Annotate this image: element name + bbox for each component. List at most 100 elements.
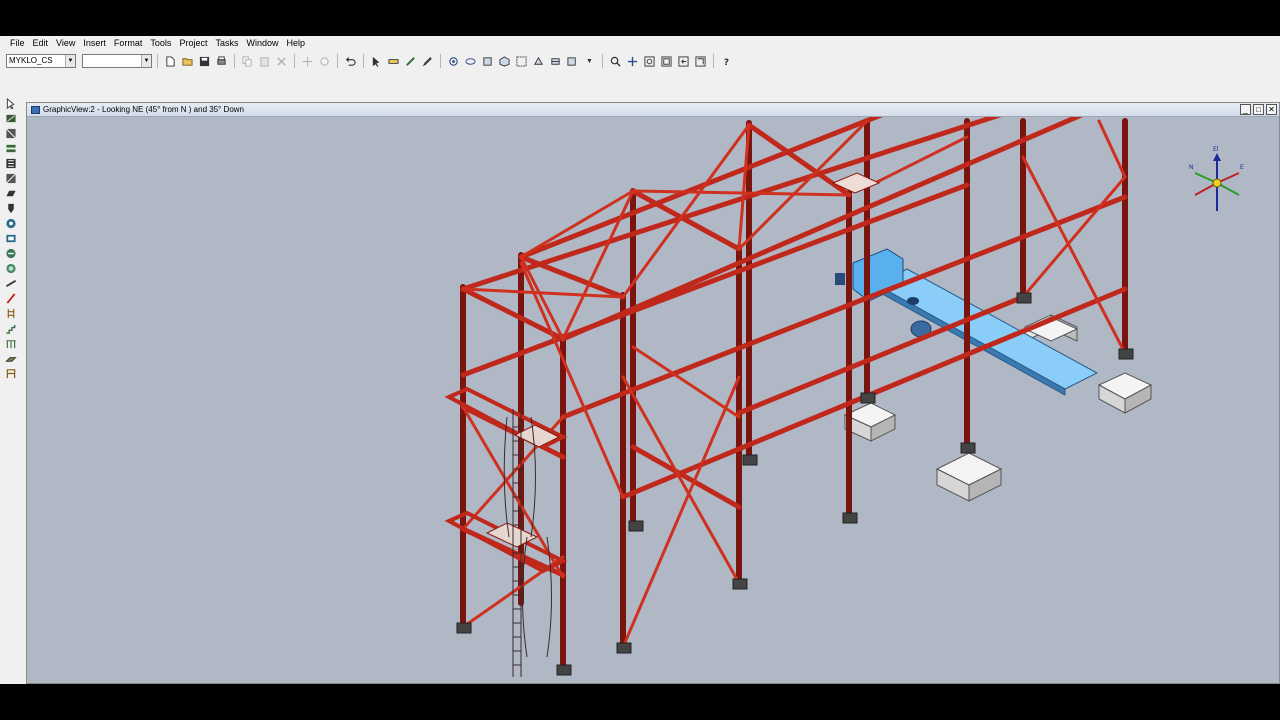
slab-tool-icon[interactable] [4, 352, 17, 364]
toolbar-separator [363, 54, 364, 68]
menu-format[interactable]: Format [110, 36, 147, 50]
open-folder-icon[interactable] [180, 54, 195, 69]
undo-icon[interactable] [343, 54, 358, 69]
motor-shaft [907, 297, 919, 305]
menu-help[interactable]: Help [282, 36, 309, 50]
graphic-view-title: GraphicView:2 - Looking NE (45° from N )… [43, 105, 245, 114]
close-button[interactable]: ✕ [1266, 104, 1277, 115]
paste-icon[interactable] [257, 54, 272, 69]
toolbar-separator [602, 54, 603, 68]
base-plate [456, 622, 472, 634]
menu-tasks[interactable]: Tasks [211, 36, 242, 50]
stair-tool-icon[interactable] [4, 322, 17, 334]
menu-edit[interactable]: Edit [29, 36, 53, 50]
graphic-view-titlebar: GraphicView:2 - Looking NE (45° from N )… [27, 103, 1279, 117]
ladder-tool-icon[interactable] [4, 307, 17, 319]
structure-tool-icon[interactable] [4, 112, 17, 124]
base-plate [1016, 292, 1032, 304]
save-icon[interactable] [197, 54, 212, 69]
toolbar-separator [157, 54, 158, 68]
rotate-icon[interactable] [317, 54, 332, 69]
view-rotate-icon[interactable] [446, 54, 461, 69]
footing-tool-icon[interactable] [4, 202, 17, 214]
plate-tool-icon[interactable] [4, 187, 17, 199]
column-tool-icon[interactable] [4, 157, 17, 169]
zoom-icon[interactable] [608, 54, 623, 69]
application-window: File Edit View Insert Format Tools Proje… [0, 36, 1280, 684]
view-iso-icon[interactable] [497, 54, 512, 69]
brace [1097, 119, 1127, 179]
coordinate-system-select[interactable]: MYKLO_CS ▼ [6, 54, 76, 68]
pointer-tool-icon[interactable] [4, 97, 17, 109]
inspect-icon[interactable] [403, 54, 418, 69]
select-tool-icon[interactable] [369, 54, 384, 69]
view-section-icon[interactable] [548, 54, 563, 69]
menu-tools[interactable]: Tools [146, 36, 175, 50]
zoom-window-icon[interactable] [642, 54, 657, 69]
menu-bar: File Edit View Insert Format Tools Proje… [0, 36, 1280, 50]
menu-insert[interactable]: Insert [79, 36, 110, 50]
toolbar-separator [234, 54, 235, 68]
menu-window[interactable]: Window [242, 36, 282, 50]
menu-project[interactable]: Project [175, 36, 211, 50]
compass-label-n: N [1189, 164, 1194, 171]
frame-tool-icon[interactable] [4, 367, 17, 379]
base-plate [1118, 348, 1134, 360]
chevron-down-icon[interactable]: ▼ [141, 55, 151, 67]
view-top-icon[interactable] [531, 54, 546, 69]
beam [630, 188, 742, 252]
measure-icon[interactable] [386, 54, 401, 69]
minimize-button[interactable]: _ [1240, 104, 1251, 115]
zoom-extents-icon[interactable] [659, 54, 674, 69]
chevron-down-icon[interactable]: ▼ [65, 55, 75, 67]
brace-tool-icon[interactable] [4, 172, 17, 184]
steel-structure [444, 117, 1128, 672]
motor-end [835, 273, 845, 285]
filter-select[interactable]: ▼ [82, 54, 152, 68]
compass-label-e: E [1240, 164, 1244, 171]
handrail-tool-icon[interactable] [4, 337, 17, 349]
help-icon[interactable]: ? [719, 54, 734, 69]
member-tool-icon[interactable] [4, 127, 17, 139]
chevron-down-icon[interactable]: ▼ [582, 54, 597, 69]
toolbar-separator [440, 54, 441, 68]
compass-center [1212, 178, 1222, 188]
move-icon[interactable] [300, 54, 315, 69]
brace [631, 189, 851, 197]
line-tool-icon[interactable] [4, 277, 17, 289]
brace [621, 375, 741, 585]
beam [736, 294, 1026, 416]
3d-viewport[interactable]: N E El [27, 117, 1279, 683]
pan-icon[interactable] [625, 54, 640, 69]
copy-icon[interactable] [240, 54, 255, 69]
view-options-icon[interactable] [565, 54, 580, 69]
edit-icon[interactable] [420, 54, 435, 69]
equipment-tool-icon[interactable] [4, 217, 17, 229]
pipe-tool-icon[interactable] [4, 292, 17, 304]
menu-view[interactable]: View [52, 36, 79, 50]
refresh-view-icon[interactable] [693, 54, 708, 69]
grid-tool-icon[interactable] [4, 262, 17, 274]
tool-palette [4, 97, 20, 397]
menu-file[interactable]: File [6, 36, 29, 50]
zoom-previous-icon[interactable] [676, 54, 691, 69]
base-plate [742, 454, 758, 466]
base-plate [860, 392, 876, 404]
nozzle-tool-icon[interactable] [4, 232, 17, 244]
main-toolbar: MYKLO_CS ▼ ▼ ▼ ? [0, 51, 1280, 71]
beam-tool-icon[interactable] [4, 142, 17, 154]
arrow-up-icon [1213, 153, 1221, 161]
new-file-icon[interactable] [163, 54, 178, 69]
base-plate [556, 664, 572, 676]
view-front-icon[interactable] [480, 54, 495, 69]
view-orbit-icon[interactable] [463, 54, 478, 69]
print-icon[interactable] [214, 54, 229, 69]
3d-model-scene[interactable]: N E El [27, 117, 1279, 683]
toolbar-separator [294, 54, 295, 68]
delete-icon[interactable] [274, 54, 289, 69]
route-tool-icon[interactable] [4, 247, 17, 259]
view-fit-icon[interactable] [514, 54, 529, 69]
maximize-button[interactable]: □ [1253, 104, 1264, 115]
brace [519, 261, 625, 499]
beam [518, 254, 626, 300]
